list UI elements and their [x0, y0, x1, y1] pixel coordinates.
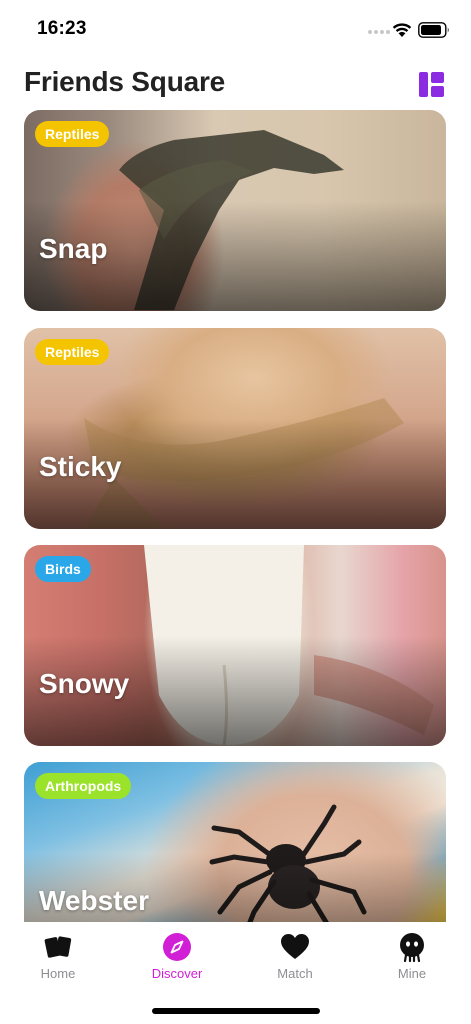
profile-icon [400, 933, 424, 962]
battery-icon [418, 22, 449, 38]
pet-card-snap[interactable]: Reptiles Snap [24, 110, 446, 311]
tab-match[interactable]: Match [255, 932, 335, 982]
tab-mine[interactable]: Mine [372, 932, 452, 982]
status-time: 16:23 [37, 18, 87, 39]
cards-icon [44, 936, 72, 958]
layout-grid-icon[interactable] [419, 72, 444, 97]
pet-name: Snowy [39, 668, 130, 699]
pet-card-snowy[interactable]: Birds Snowy [24, 545, 446, 746]
heart-icon [281, 934, 309, 959]
pet-name: Webster [39, 885, 149, 916]
pet-feed[interactable]: Reptiles Snap Reptiles Sticky Birds Snow… [24, 110, 446, 922]
category-tag: Reptiles [35, 121, 110, 147]
tab-home[interactable]: Home [18, 932, 98, 982]
category-tag: Arthropods [35, 773, 132, 799]
cellular-signal-icon [368, 30, 390, 34]
tab-discover[interactable]: Discover [137, 932, 217, 982]
pet-name: Snap [39, 233, 108, 264]
page-title: Friends Square [24, 66, 226, 97]
tab-label: Home [40, 966, 76, 981]
compass-icon [163, 933, 191, 961]
category-tag: Birds [35, 556, 91, 582]
pet-card-sticky[interactable]: Reptiles Sticky [24, 328, 446, 529]
category-tag: Reptiles [35, 339, 110, 365]
tab-label: Discover [151, 966, 203, 981]
home-indicator [152, 1008, 320, 1014]
wifi-icon [392, 23, 412, 37]
pet-card-webster[interactable]: Arthropods Webster [24, 762, 446, 922]
status-bar: 16:23 [0, 0, 471, 60]
pet-name: Sticky [39, 451, 122, 482]
tab-label: Mine [397, 966, 427, 981]
tab-label: Match [277, 966, 313, 981]
